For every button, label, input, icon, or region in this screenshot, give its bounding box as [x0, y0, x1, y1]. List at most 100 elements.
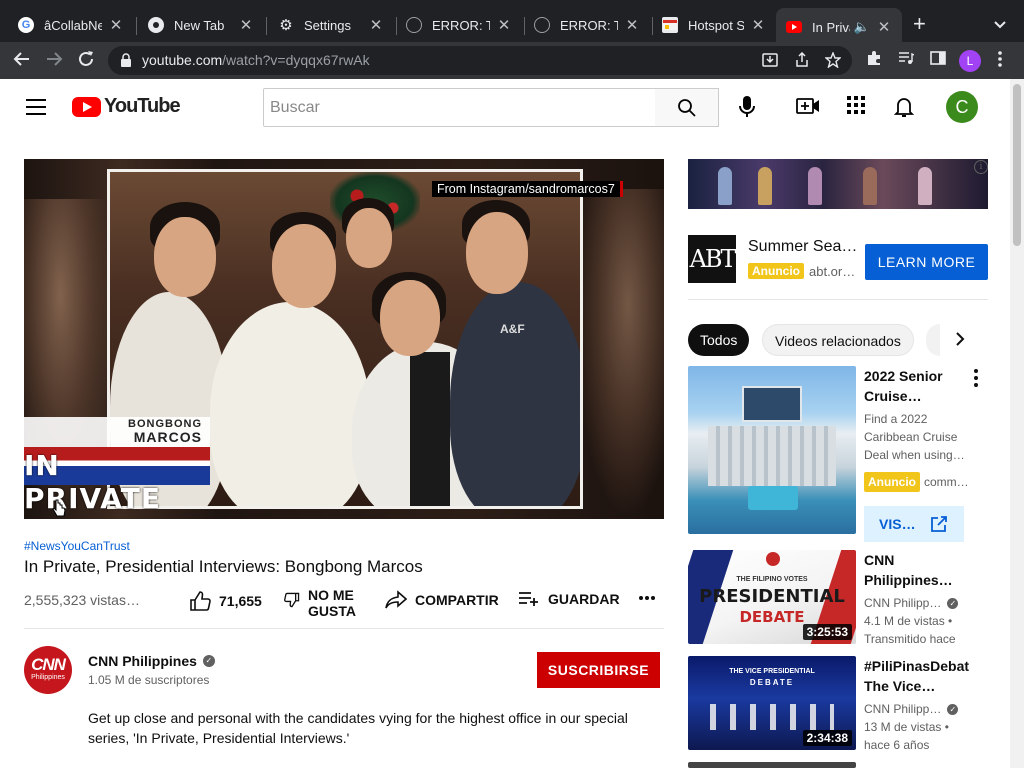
back-arrow-icon[interactable] [13, 50, 31, 73]
channel-avatar-sub: Philippines [31, 674, 65, 681]
profile-avatar[interactable]: L [959, 50, 981, 72]
chip-partial[interactable] [926, 324, 940, 356]
lock-icon [121, 53, 131, 67]
share-button[interactable]: COMPARTIR [385, 590, 499, 610]
more-actions-icon[interactable] [638, 595, 664, 601]
video-hashtag-link[interactable]: #NewsYouCanTrust [24, 539, 130, 553]
microphone-icon[interactable] [738, 95, 756, 124]
ad-info-icon[interactable]: i [974, 160, 988, 174]
create-video-icon[interactable] [796, 96, 820, 121]
card-title[interactable]: #PiliPinasDebat The Vice… [864, 656, 974, 696]
search-box[interactable] [263, 88, 656, 127]
chevron-down-icon[interactable] [994, 16, 1006, 32]
save-button[interactable]: GUARDAR [518, 590, 620, 608]
thumbs-up-icon [190, 591, 211, 611]
ad-badge: Anuncio [748, 263, 804, 279]
close-icon[interactable]: ✕ [750, 16, 766, 34]
tab-youtube-active[interactable]: In Priva 🔈 ✕ [776, 8, 902, 46]
learn-more-button[interactable]: LEARN MORE [865, 244, 988, 280]
card-when: hace 6 años [864, 738, 930, 752]
debate-video-thumbnail[interactable]: THE FILIPINO VOTES PRESIDENTIAL DEBATE 3… [688, 550, 856, 644]
ad-badge: Anuncio [864, 472, 920, 492]
close-icon[interactable]: ✕ [876, 18, 892, 36]
search-input[interactable] [264, 89, 655, 126]
channel-avatar[interactable]: CNN Philippines [24, 646, 72, 694]
cnn-logo-icon [766, 552, 780, 566]
page-scrollbar[interactable] [1010, 79, 1024, 768]
extensions-puzzle-icon[interactable] [866, 50, 882, 71]
cruise-ad-thumbnail[interactable] [688, 366, 856, 534]
verified-check-icon: ✓ [947, 703, 959, 715]
thumb-line2: DEBATE [749, 678, 795, 687]
dislike-button[interactable]: NO ME GUSTA [284, 587, 368, 619]
youtube-header: YouTube C [0, 79, 1010, 136]
tab-hotspot[interactable]: Hotspot Sh ✕ [652, 8, 776, 42]
video-overlay-caption: From Instagram/sandromarcos7 [432, 181, 623, 197]
view-count[interactable]: 2,555,323 vistas… [24, 592, 140, 608]
globe-icon [534, 17, 550, 33]
divider [24, 628, 664, 629]
like-count: 71,655 [219, 593, 262, 609]
close-icon[interactable]: ✕ [496, 16, 512, 34]
ad-title[interactable]: Summer Sea… [748, 238, 857, 256]
tab-title: Settings [304, 17, 351, 33]
media-controls-icon[interactable] [898, 50, 915, 71]
video-player[interactable]: A&F From Instagram/sandromarcos7 BONGBON… [24, 159, 664, 519]
subscribe-button[interactable]: SUSCRIBIRSE [537, 652, 660, 688]
chevron-right-icon[interactable] [955, 331, 965, 352]
reload-icon[interactable] [77, 50, 95, 73]
jacket-logo: A&F [500, 322, 525, 336]
tab-error-2[interactable]: ERROR: Th ✕ [524, 8, 650, 42]
subscriber-count: 1.05 M de suscriptores [88, 673, 210, 687]
tab-error-1[interactable]: ERROR: Th ✕ [396, 8, 522, 42]
chip-todos[interactable]: Todos [688, 324, 750, 356]
tab-title: In Priva [812, 19, 850, 35]
apps-grid-icon[interactable] [847, 96, 865, 119]
user-avatar[interactable]: C [946, 91, 978, 123]
kebab-menu-icon[interactable] [997, 50, 1003, 73]
chip-related-videos[interactable]: Videos relacionados [762, 324, 914, 356]
external-link-icon [930, 516, 947, 532]
vp-debate-video-thumbnail[interactable]: THE VICE PRESIDENTIAL DEBATE 2:34:38 [688, 656, 856, 750]
url-path: /watch?v=dyqqx67rwAk [222, 52, 370, 68]
youtube-logo[interactable]: YouTube [72, 95, 181, 118]
tab-collabnet[interactable]: G âCollabNet ✕ [8, 8, 134, 42]
card-title[interactable]: CNN Philippines… [864, 550, 974, 590]
url-text: youtube.com/watch?v=dyqqx67rwAk [142, 52, 370, 68]
install-icon[interactable] [762, 52, 778, 72]
share-icon[interactable] [794, 51, 810, 72]
card-description: Find a 2022 Caribbean Cruise Deal when u… [864, 412, 965, 462]
close-icon[interactable]: ✕ [238, 16, 254, 34]
close-icon[interactable]: ✕ [368, 16, 384, 34]
bookmark-star-icon[interactable] [824, 51, 842, 72]
like-button[interactable]: 71,655 [189, 590, 262, 612]
youtube-logo-text: YouTube [104, 95, 181, 117]
thumb-line1: THE FILIPINO VOTES [736, 576, 808, 583]
close-icon[interactable]: ✕ [108, 16, 124, 34]
close-icon[interactable]: ✕ [624, 16, 640, 34]
verified-check-icon: ✓ [947, 597, 959, 609]
card-title[interactable]: 2022 Senior Cruise… [864, 366, 974, 406]
divider [688, 299, 988, 300]
card-kebab-icon[interactable] [974, 369, 978, 390]
tab-new-tab[interactable]: New Tab ✕ [138, 8, 264, 42]
search-button[interactable] [655, 88, 719, 127]
hamburger-menu-icon[interactable] [26, 99, 46, 115]
tab-settings[interactable]: ⚙ Settings ✕ [268, 8, 394, 42]
ad-banner-image[interactable] [688, 159, 988, 209]
forward-arrow-icon[interactable] [45, 50, 63, 73]
next-video-thumbnail[interactable] [688, 762, 856, 768]
ad-advertiser-logo[interactable]: ABT [688, 235, 736, 283]
tab-title: ERROR: Th [432, 17, 490, 33]
scrollbar-thumb[interactable] [1013, 84, 1021, 246]
channel-name[interactable]: CNN Philippines ✓ [88, 653, 215, 669]
notifications-bell-icon[interactable] [893, 96, 915, 123]
ad-domain: abt.or… [809, 263, 856, 279]
new-tab-plus-icon[interactable]: + [913, 13, 926, 35]
speaker-icon[interactable]: 🔈 [854, 19, 870, 35]
mouse-cursor-icon [52, 499, 66, 519]
google-icon: G [18, 17, 34, 33]
side-panel-icon[interactable] [930, 50, 946, 71]
visit-site-button[interactable]: VIS… [864, 506, 964, 542]
address-bar[interactable]: youtube.com/watch?v=dyqqx67rwAk [108, 46, 852, 75]
